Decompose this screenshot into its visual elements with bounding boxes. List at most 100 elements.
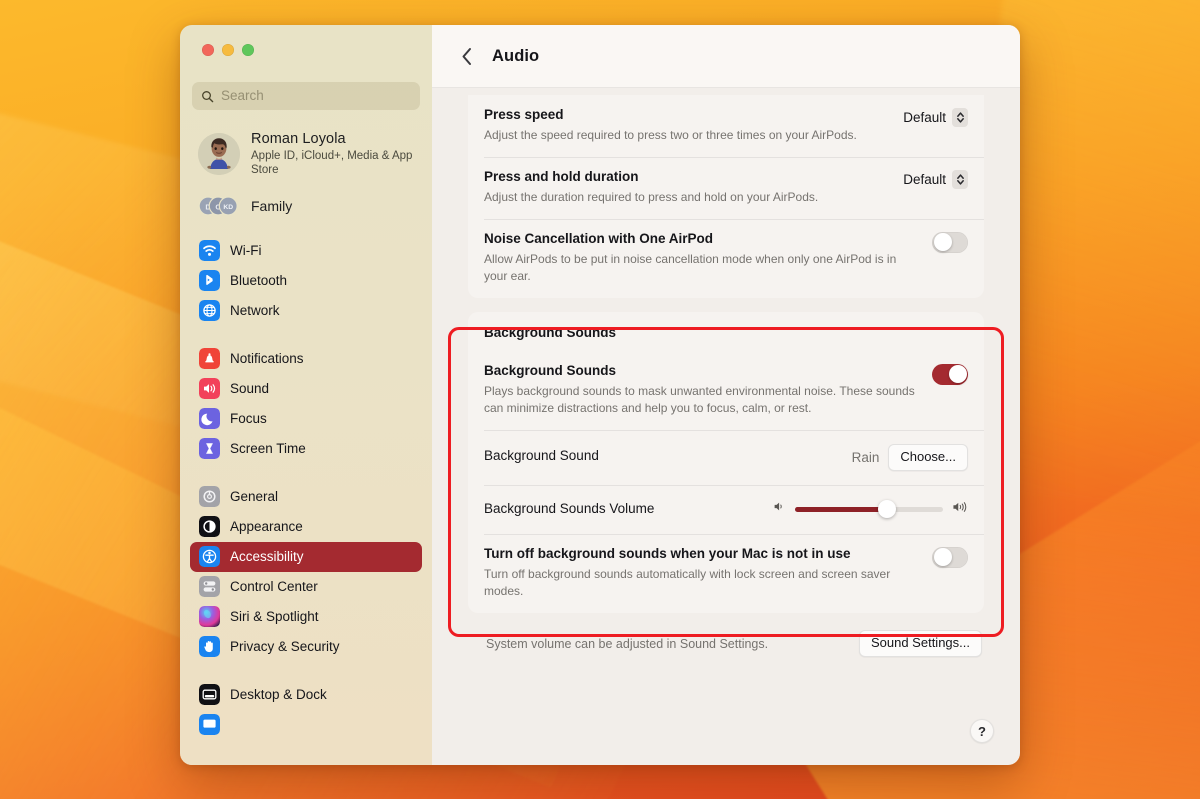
profile-subtitle: Apple ID, iCloud+, Media & App Store — [251, 149, 413, 176]
sidebar-item-label: Screen Time — [230, 440, 306, 456]
desktop-dock-icon — [199, 684, 220, 706]
settings-scroll-area[interactable]: Press speed Adjust the speed required to… — [432, 88, 1020, 765]
row-description: Adjust the speed required to press two o… — [484, 127, 857, 142]
slider-control[interactable] — [795, 500, 943, 519]
sidebar-item-partial-below[interactable] — [190, 710, 422, 740]
page-title: Audio — [492, 46, 540, 65]
sidebar-item-label: Privacy & Security — [230, 638, 340, 654]
slider-knob[interactable] — [877, 500, 896, 519]
notifications-bell-icon — [199, 348, 220, 370]
zoom-button[interactable] — [242, 44, 254, 56]
speaker-low-icon — [773, 500, 786, 518]
general-gear-icon — [199, 486, 220, 508]
wifi-icon — [199, 240, 220, 262]
sidebar-item-label: Focus — [230, 410, 267, 426]
sidebar-item-label: Network — [230, 302, 280, 318]
sidebar-item-label: Bluetooth — [230, 272, 288, 288]
row-description: Turn off background sounds automatically… — [484, 566, 891, 598]
row-noise-cancellation-one-airpod: Noise Cancellation with One AirPod Allow… — [468, 218, 984, 298]
background-sounds-toggle[interactable] — [932, 363, 968, 385]
sound-speaker-icon — [199, 378, 220, 400]
turn-off-when-idle-toggle[interactable] — [932, 546, 968, 568]
sidebar: Search Roman Loyola Apple ID, iCloud+, M… — [180, 25, 432, 765]
background-sounds-volume-slider[interactable] — [773, 500, 968, 519]
sidebar-item-apple-id[interactable]: Roman Loyola Apple ID, iCloud+, Media & … — [194, 126, 422, 182]
toggle-knob — [933, 548, 952, 567]
search-placeholder: Search — [221, 88, 264, 104]
sidebar-item-network[interactable]: Network — [190, 296, 422, 326]
speaker-high-icon — [952, 500, 968, 519]
row-background-sound-choose: Background Sound Rain Choose... — [468, 429, 984, 485]
row-title: Background Sounds Volume — [484, 500, 655, 516]
row-press-speed: Press speed Adjust the speed required to… — [468, 95, 984, 157]
sidebar-item-label: Wi-Fi — [230, 242, 262, 258]
sidebar-item-focus[interactable]: Focus — [190, 404, 422, 434]
bluetooth-icon — [199, 270, 220, 292]
toggle-knob — [948, 365, 967, 384]
row-title: Background Sound — [484, 448, 599, 464]
minimize-button[interactable] — [222, 44, 234, 56]
row-description: Adjust the duration required to press an… — [484, 189, 819, 204]
row-title: Turn off background sounds when your Mac… — [484, 545, 851, 561]
avatar — [198, 132, 240, 175]
press-hold-duration-popup[interactable]: Default — [903, 169, 968, 189]
sidebar-item-label: Sound — [230, 380, 270, 396]
sidebar-item-label: Siri & Spotlight — [230, 608, 319, 624]
sidebar-item-privacy-and-security[interactable]: Privacy & Security — [190, 632, 422, 662]
sidebar-group-desktop: Desktop & Dock — [190, 680, 422, 740]
background-sound-value: Rain — [851, 449, 880, 465]
sidebar-item-label: Accessibility — [230, 548, 304, 564]
close-button[interactable] — [202, 44, 214, 56]
sidebar-item-control-center[interactable]: Control Center — [190, 572, 422, 602]
sidebar-group-connectivity: Wi-Fi Bluetooth Network — [190, 236, 422, 326]
toggle-knob — [933, 233, 952, 252]
airpods-settings-card: Press speed Adjust the speed required to… — [468, 95, 984, 298]
search-icon — [201, 90, 214, 103]
sidebar-item-sound[interactable]: Sound — [190, 374, 422, 404]
row-background-sounds-toggle: Background Sounds Plays background sound… — [468, 351, 984, 430]
sidebar-item-notifications[interactable]: Notifications — [190, 344, 422, 374]
sidebar-item-label: Notifications — [230, 350, 304, 366]
appearance-contrast-icon — [199, 516, 220, 538]
sidebar-item-label: General — [230, 488, 279, 504]
siri-icon — [199, 606, 220, 628]
slider-fill — [795, 507, 887, 512]
row-title: Press speed — [484, 107, 564, 122]
main-pane: Audio Press speed Adjust the speed requi… — [432, 25, 1020, 765]
sidebar-item-general[interactable]: General — [190, 482, 422, 512]
chevron-updown-icon — [952, 169, 968, 189]
popup-value: Default — [903, 171, 946, 187]
sidebar-item-label: Desktop & Dock — [230, 686, 327, 702]
screen-time-hourglass-icon — [199, 438, 220, 460]
sidebar-group-system: General Appearance Accessibility Control… — [190, 482, 422, 662]
sound-settings-button[interactable]: Sound Settings... — [858, 629, 982, 658]
sidebar-item-family[interactable]: D C KD Family — [194, 190, 422, 222]
row-description: Allow AirPods to be put in noise cancell… — [484, 251, 897, 283]
help-button[interactable]: ? — [970, 719, 994, 743]
sidebar-item-desktop-and-dock[interactable]: Desktop & Dock — [190, 680, 422, 710]
back-button[interactable] — [456, 45, 478, 67]
row-title: Background Sounds — [484, 362, 617, 378]
desktop-wallpaper: Search Roman Loyola Apple ID, iCloud+, M… — [0, 0, 1200, 799]
sidebar-item-bluetooth[interactable]: Bluetooth — [190, 266, 422, 296]
sidebar-item-label: Appearance — [230, 518, 303, 534]
focus-moon-icon — [199, 408, 220, 430]
family-avatars-icon: D C KD — [198, 194, 240, 218]
sidebar-item-siri-and-spotlight[interactable]: Siri & Spotlight — [190, 602, 422, 632]
noise-cancellation-toggle[interactable] — [932, 231, 968, 253]
sidebar-item-appearance[interactable]: Appearance — [190, 512, 422, 542]
sidebar-item-screen-time[interactable]: Screen Time — [190, 434, 422, 464]
sidebar-item-accessibility[interactable]: Accessibility — [190, 541, 422, 572]
row-press-and-hold-duration: Press and hold duration Adjust the durat… — [468, 156, 984, 219]
popup-value: Default — [903, 110, 946, 125]
choose-button[interactable]: Choose... — [888, 443, 968, 471]
chevron-updown-icon — [952, 108, 968, 127]
sidebar-group-alerts: Notifications Sound Focus Screen Time — [190, 344, 422, 464]
press-speed-popup[interactable]: Default — [903, 108, 968, 127]
chevron-left-icon — [462, 47, 471, 65]
footer-note: System volume can be adjusted in Sound S… — [468, 613, 984, 658]
row-background-sounds-volume: Background Sounds Volume — [468, 484, 984, 534]
search-input[interactable]: Search — [192, 82, 420, 110]
row-description: Plays background sounds to mask unwanted… — [484, 383, 915, 415]
sidebar-item-wi-fi[interactable]: Wi-Fi — [190, 236, 422, 266]
